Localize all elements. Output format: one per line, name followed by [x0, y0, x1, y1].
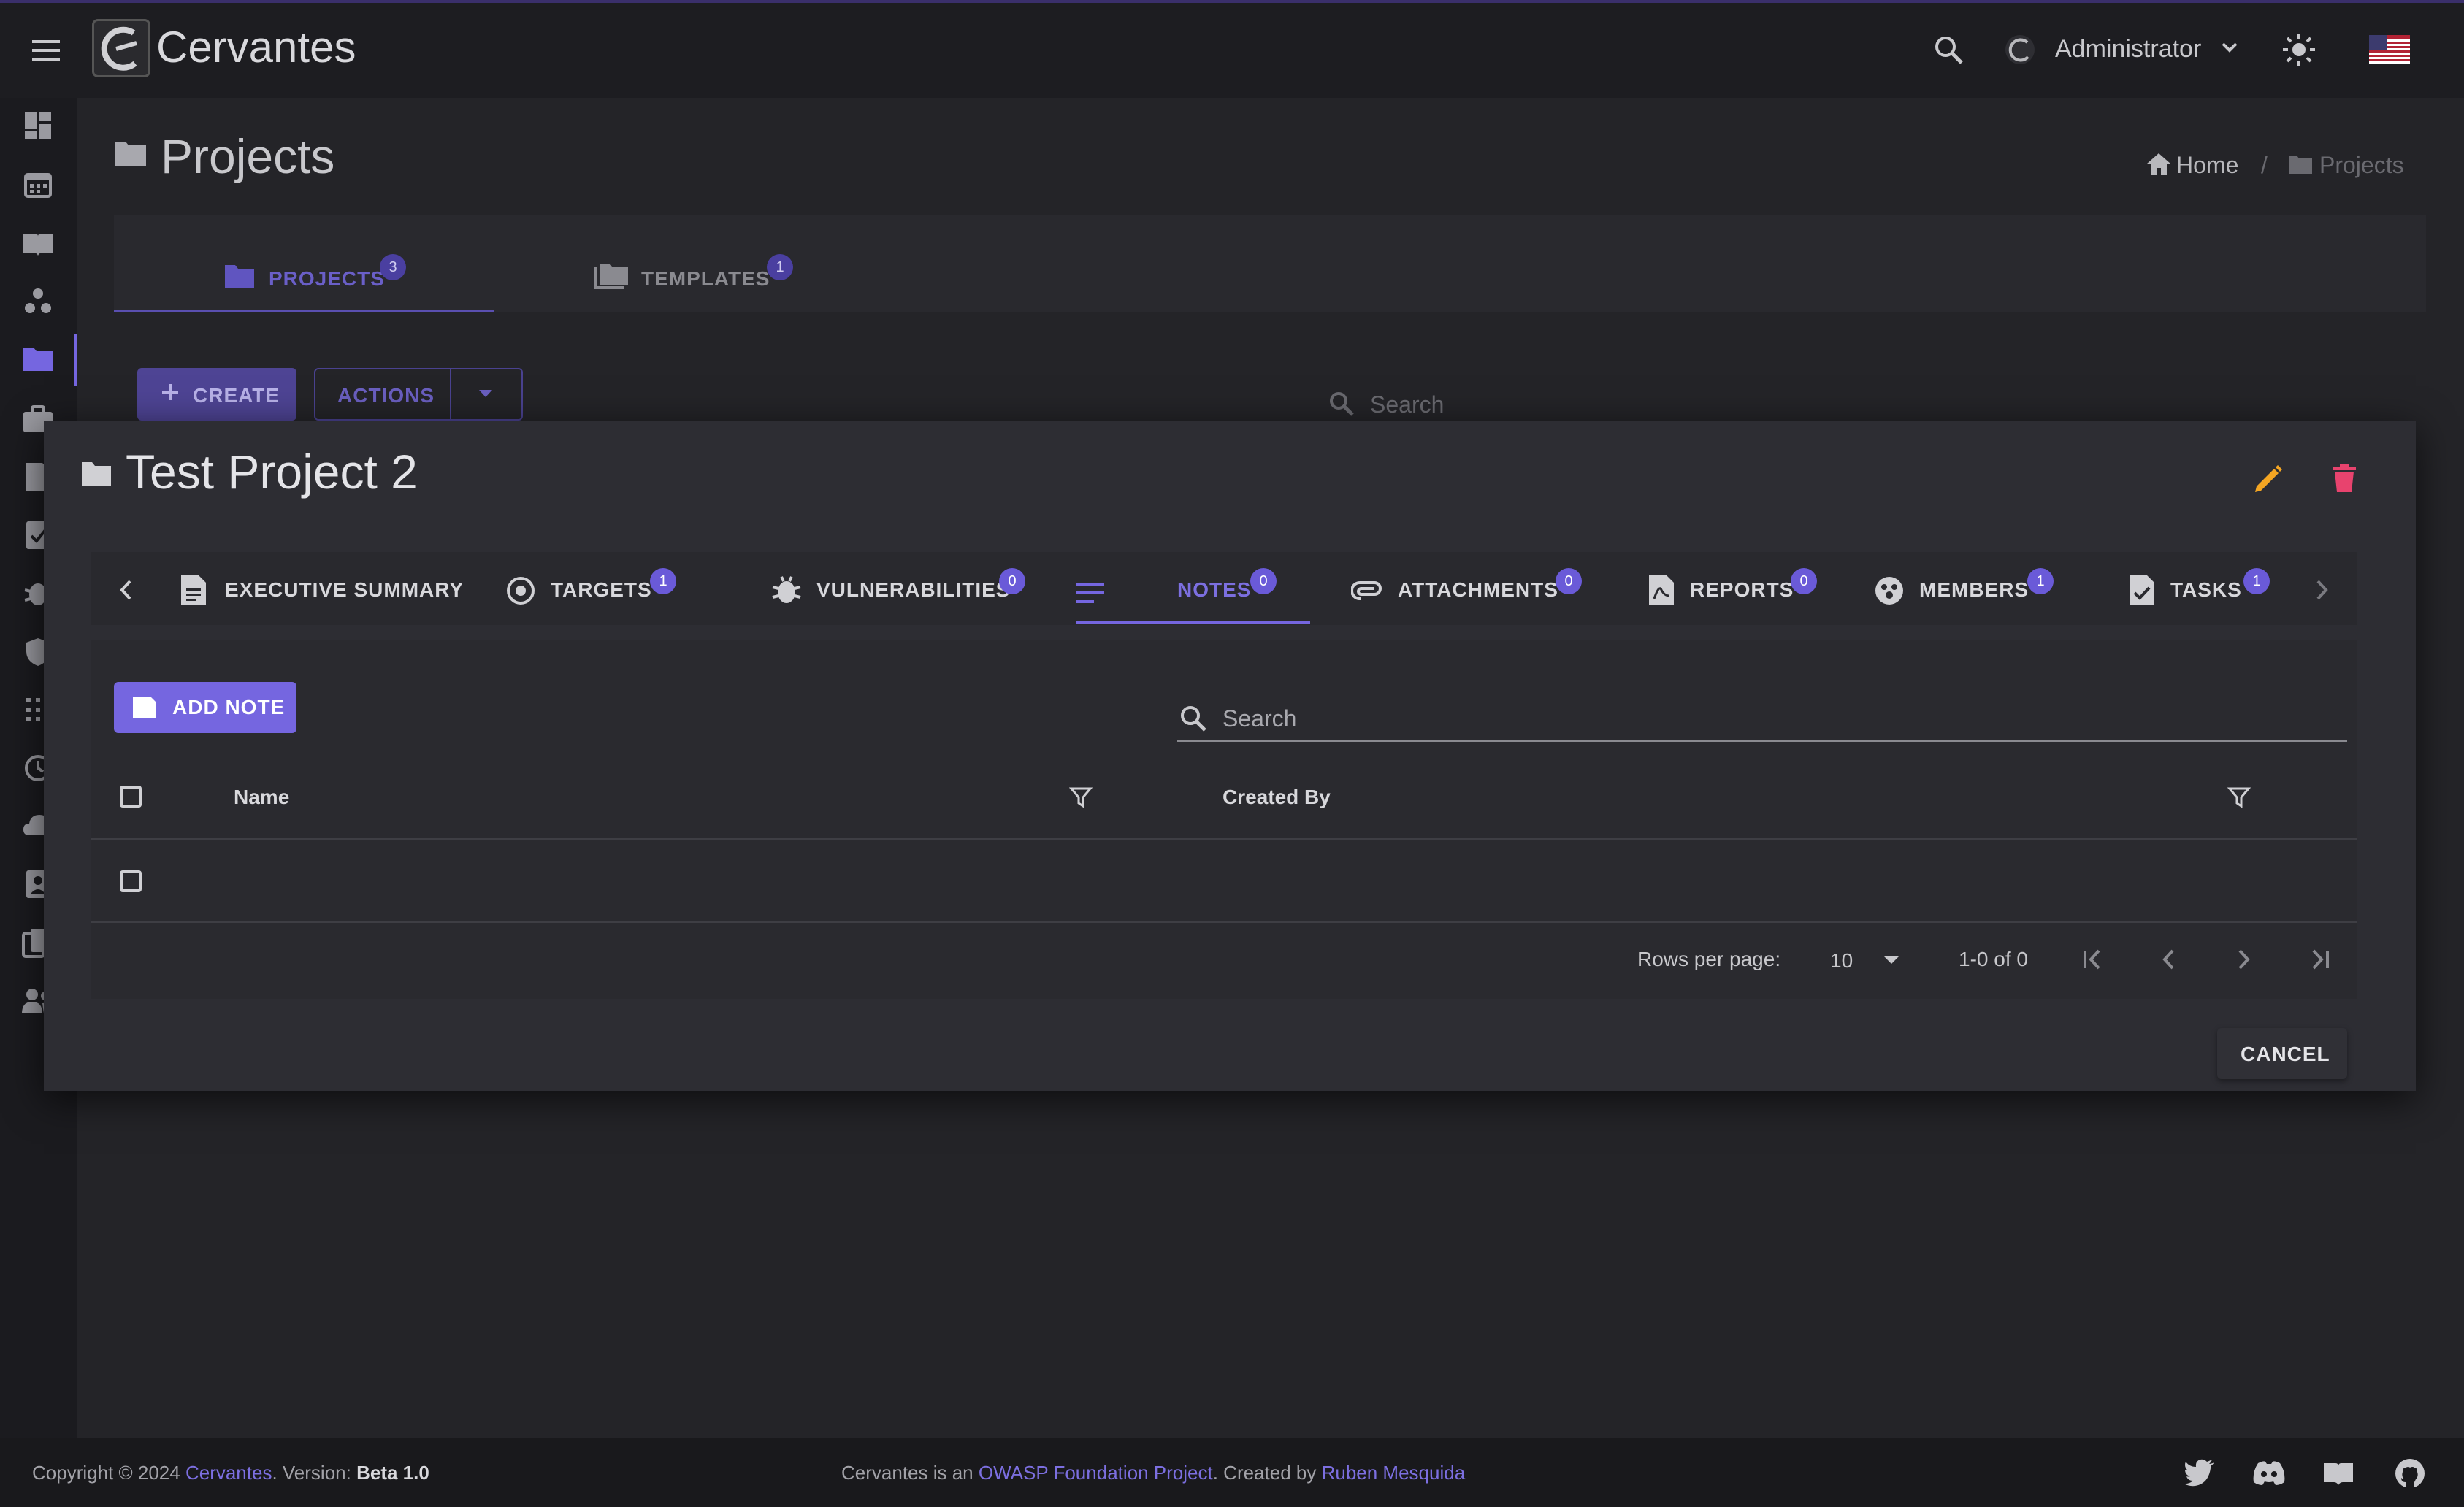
column-header-name[interactable]: Name [234, 786, 289, 809]
select-all-checkbox[interactable] [120, 786, 142, 808]
active-tab-indicator [1076, 621, 1310, 624]
us-flag-icon[interactable] [2369, 35, 2410, 64]
breadcrumb-separator: / [2261, 152, 2268, 178]
delete-icon[interactable] [2331, 463, 2357, 494]
calendar-icon[interactable] [23, 169, 53, 199]
projects-tab-folder-icon [223, 263, 256, 289]
docs-book-icon[interactable] [2321, 1460, 2356, 1488]
menu-icon[interactable] [29, 38, 69, 63]
book-icon[interactable] [20, 229, 56, 258]
next-page-icon[interactable] [2230, 946, 2257, 973]
tab-reports[interactable]: REPORTS [1690, 578, 1794, 602]
cancel-label: CANCEL [2241, 1043, 2330, 1065]
previous-page-icon[interactable] [2156, 946, 2182, 973]
tab-members-count: 1 [2027, 568, 2054, 594]
targets-icon [505, 575, 536, 606]
created-by-filter-icon[interactable] [2227, 786, 2251, 809]
templates-tab-folders-icon [594, 261, 630, 291]
dialog-title: Test Project 2 [126, 445, 418, 499]
background-tab-indicator [114, 310, 494, 312]
tab-vulnerabilities-count: 0 [999, 568, 1025, 594]
discord-icon[interactable] [2252, 1460, 2286, 1487]
user-avatar[interactable] [2004, 34, 2036, 66]
tab-attachments-count: 0 [1556, 568, 1582, 594]
table-row-divider [91, 921, 2357, 923]
add-note-icon [131, 695, 158, 720]
background-tab-templates[interactable]: TEMPLATES [641, 267, 770, 291]
app-logo [92, 19, 150, 77]
rows-per-page-label: Rows per page: [1637, 948, 1781, 970]
pdf-report-icon [1648, 574, 1675, 606]
breadcrumb-home[interactable]: Home [2176, 152, 2238, 179]
footer-version: Beta 1.0 [356, 1462, 429, 1484]
footer-brand-link[interactable]: Cervantes [185, 1462, 272, 1484]
tab-notes[interactable]: NOTES [1177, 578, 1251, 602]
projects-folder-icon[interactable] [22, 345, 54, 372]
dashboard-icon[interactable] [23, 111, 53, 140]
tab-targets[interactable]: TARGETS [551, 578, 652, 602]
breadcrumb-current: Projects [2319, 152, 2404, 178]
github-icon[interactable] [2394, 1457, 2426, 1489]
search-icon[interactable] [1932, 34, 1964, 66]
tab-reports-count: 0 [1791, 568, 1817, 594]
tabs-scroll-right-icon[interactable] [2311, 577, 2333, 603]
tab-executive-summary[interactable]: EXECUTIVE SUMMARY [225, 578, 464, 602]
members-icon [1874, 575, 1905, 606]
name-filter-icon[interactable] [1069, 786, 1093, 809]
background-create-label: CREATE [193, 384, 280, 407]
actions-dropdown-icon[interactable] [478, 388, 494, 399]
page-folder-icon [114, 139, 148, 168]
first-page-icon[interactable] [2080, 946, 2106, 973]
background-tab-projects-count: 3 [380, 254, 406, 280]
background-tab-templates-count: 1 [767, 254, 793, 280]
notes-panel [91, 640, 2357, 999]
footer-author-link[interactable]: Ruben Mesquida [1322, 1462, 1466, 1484]
notes-search-icon [1179, 704, 1208, 733]
background-actions-label: ACTIONS [337, 384, 435, 407]
rows-per-page-dropdown-icon[interactable] [1883, 955, 1900, 965]
breadcrumb-folder-icon [2287, 153, 2314, 175]
row-checkbox[interactable] [120, 870, 142, 892]
tab-targets-count: 1 [650, 568, 676, 594]
footer-copyright: Copyright © 2024 Cervantes. Version: Bet… [32, 1462, 429, 1484]
last-page-icon[interactable] [2306, 946, 2333, 973]
attachment-icon [1351, 580, 1383, 602]
app-name: Cervantes [156, 23, 356, 72]
tab-members[interactable]: MEMBERS [1919, 578, 2029, 602]
background-tab-projects[interactable]: PROJECTS [269, 267, 385, 291]
dialog-folder-icon [80, 460, 112, 488]
executive-summary-icon [180, 574, 207, 606]
clients-icon[interactable] [23, 286, 53, 315]
tab-attachments[interactable]: ATTACHMENTS [1398, 578, 1558, 602]
add-note-label: ADD NOTE [172, 696, 286, 718]
tab-notes-count: 0 [1250, 568, 1277, 594]
actions-split-divider [450, 368, 451, 421]
tabs-scroll-left-icon[interactable] [115, 577, 137, 603]
tab-tasks-count: 1 [2243, 568, 2270, 594]
background-tabs-bar [114, 215, 2426, 312]
tasks-icon [2128, 574, 2156, 606]
footer-owasp-link[interactable]: OWASP Foundation Project [979, 1462, 1213, 1484]
pagination-range: 1-0 of 0 [1959, 948, 2028, 970]
twitter-icon[interactable] [2184, 1459, 2216, 1487]
column-header-created-by[interactable]: Created By [1223, 786, 1331, 809]
plus-icon [159, 381, 181, 403]
background-search-icon [1328, 390, 1355, 418]
chevron-down-icon[interactable] [2220, 41, 2239, 54]
background-search-input[interactable]: Search [1370, 391, 1444, 418]
user-name[interactable]: Administrator [2055, 35, 2201, 64]
vulnerabilities-bug-icon [771, 574, 802, 606]
notes-icon [1075, 581, 1106, 605]
page-title: Projects [161, 129, 335, 183]
edit-icon[interactable] [2252, 463, 2284, 495]
table-header-divider [91, 838, 2357, 840]
notes-search-underline [1177, 740, 2347, 742]
rows-per-page-select[interactable]: 10 [1830, 949, 1853, 973]
footer-credits: Cervantes is an OWASP Foundation Project… [841, 1462, 1466, 1484]
theme-toggle-icon[interactable] [2281, 32, 2316, 67]
tab-vulnerabilities[interactable]: VULNERABILITIES [816, 578, 1010, 602]
notes-search-input[interactable]: Search [1223, 705, 1296, 732]
tab-tasks[interactable]: TASKS [2170, 578, 2242, 602]
home-icon[interactable] [2146, 152, 2172, 177]
